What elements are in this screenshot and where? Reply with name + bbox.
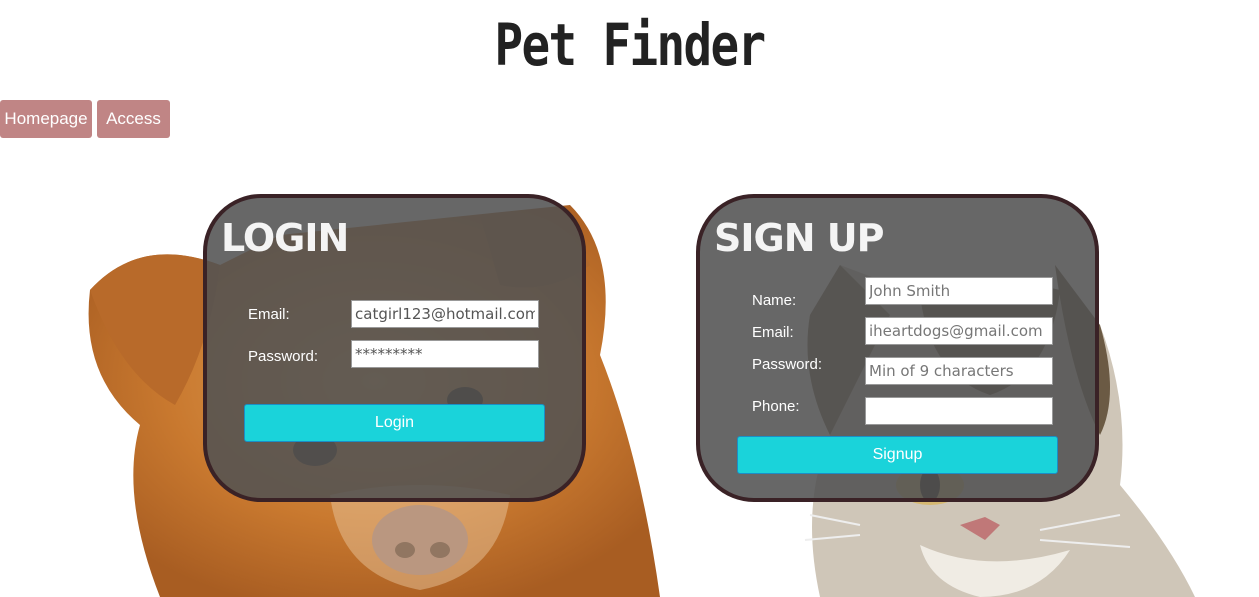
signup-phone-input[interactable] [865,397,1053,425]
login-password-label: Password: [248,348,319,365]
login-button[interactable]: Login [244,404,545,442]
login-email-input[interactable] [351,300,539,328]
login-email-label: Email: [248,306,290,323]
homepage-button[interactable]: Homepage [0,100,92,138]
login-title: LOGIN [221,216,349,260]
signup-name-input[interactable] [865,277,1053,305]
signup-button[interactable]: Signup [737,436,1058,474]
signup-phone-label: Phone: [752,398,800,415]
login-password-input[interactable] [351,340,539,368]
access-button[interactable]: Access [97,100,170,138]
page-title: Pet Finder [494,11,767,79]
signup-password-input[interactable] [865,357,1053,385]
signup-email-label: Email: [752,324,794,341]
signup-email-input[interactable] [865,317,1053,345]
signup-title: SIGN UP [714,216,884,260]
signup-panel: SIGN UP Name: Email: Password: Phone: Si… [696,194,1099,502]
signup-name-label: Name: [752,292,797,309]
signup-password-label: Password: [752,356,823,373]
login-panel: LOGIN Email: Password: Login [203,194,586,502]
